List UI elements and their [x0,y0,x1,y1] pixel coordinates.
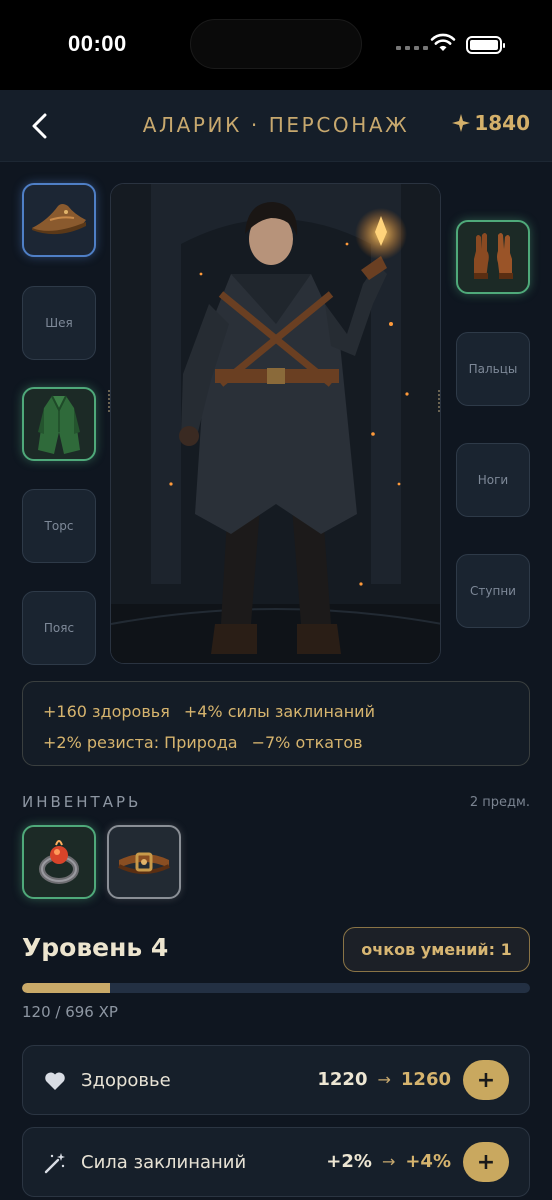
cellular-signal-icon [396,46,428,50]
stat-row-health: Здоровье 1220 → 1260 + [22,1045,530,1115]
slot-label: Шея [45,316,73,330]
inventory-header: ИНВЕНТАРЬ 2 предм. [22,793,530,811]
inventory-title: ИНВЕНТАРЬ [22,793,142,811]
portrait-rotate-handle-right[interactable] [438,390,442,412]
xp-progress-fill [22,983,110,993]
heart-icon [45,1072,65,1090]
inventory-item-ring[interactable] [22,825,96,899]
bonus-cooldowns: −7% откатов [251,733,363,752]
stat-label: Сила заклинаний [81,1152,247,1173]
slot-neck[interactable]: Шея [22,286,96,360]
level-title: Уровень 4 [22,933,169,962]
xp-progress-bar [22,983,530,993]
arrow-right-icon: → [381,1152,396,1171]
currency-display[interactable]: 1840 [452,111,530,135]
hat-icon [32,204,86,235]
bonus-nature-resist: +2% резиста: Природа [43,733,238,752]
slot-back[interactable] [22,387,96,461]
robe-icon [38,395,80,454]
inventory-item-belt[interactable] [107,825,181,899]
nav-bar: АЛАРИК · ПЕРСОНАЖ 1840 [0,90,552,162]
stat-values: 1220 → 1260 [317,1069,451,1090]
stat-next: 1260 [400,1069,451,1090]
magic-wand-icon [44,1153,65,1174]
equipment-bonuses: +160 здоровья +4% силы заклинаний +2% рез… [22,681,530,766]
bonus-health: +160 здоровья [43,702,170,721]
increase-health-button[interactable]: + [463,1060,509,1100]
bonus-spell-power: +4% силы заклинаний [183,702,375,721]
inventory-count: 2 предм. [469,794,530,810]
status-bar: 00:00 [0,0,552,90]
slot-fingers[interactable]: Пальцы [456,332,530,406]
slot-label: Пальцы [468,362,518,376]
dynamic-island [190,19,362,69]
slot-legs[interactable]: Ноги [456,443,530,517]
slot-label: Торс [44,519,74,533]
sparkle-icon [452,114,471,132]
slot-label: Ступни [470,584,516,598]
xp-text: 120 / 696 XP [22,1003,118,1021]
wifi-icon [430,33,456,57]
stat-values: +2% → +4% [326,1151,451,1172]
stat-next: +4% [405,1151,451,1172]
slot-hands[interactable] [456,220,530,294]
ring-icon [39,840,79,884]
arrow-right-icon: → [377,1070,391,1089]
slot-label: Пояс [43,621,75,635]
gloves-icon [474,233,513,279]
bonus-line: +2% резиста: Природа −7% откатов [43,727,509,758]
character-portrait [110,183,441,664]
slot-head[interactable] [22,183,96,257]
slot-torso[interactable]: Торс [22,489,96,563]
status-time: 00:00 [68,31,127,56]
slot-feet[interactable]: Ступни [456,554,530,628]
currency-value: 1840 [474,111,530,135]
portrait-rotate-handle-left[interactable] [108,390,112,412]
stat-current: +2% [326,1151,372,1172]
belt-icon [118,852,170,874]
slot-belt[interactable]: Пояс [22,591,96,665]
stat-row-spell-power: Сила заклинаний +2% → +4% + [22,1127,530,1197]
stat-current: 1220 [317,1069,368,1090]
increase-spell-power-button[interactable]: + [463,1142,509,1182]
bonus-line: +160 здоровья +4% силы заклинаний [43,696,509,727]
slot-label: Ноги [477,473,509,487]
battery-icon [466,36,505,54]
skill-points-badge[interactable]: очков умений: 1 [343,927,530,972]
stat-label: Здоровье [81,1070,171,1091]
